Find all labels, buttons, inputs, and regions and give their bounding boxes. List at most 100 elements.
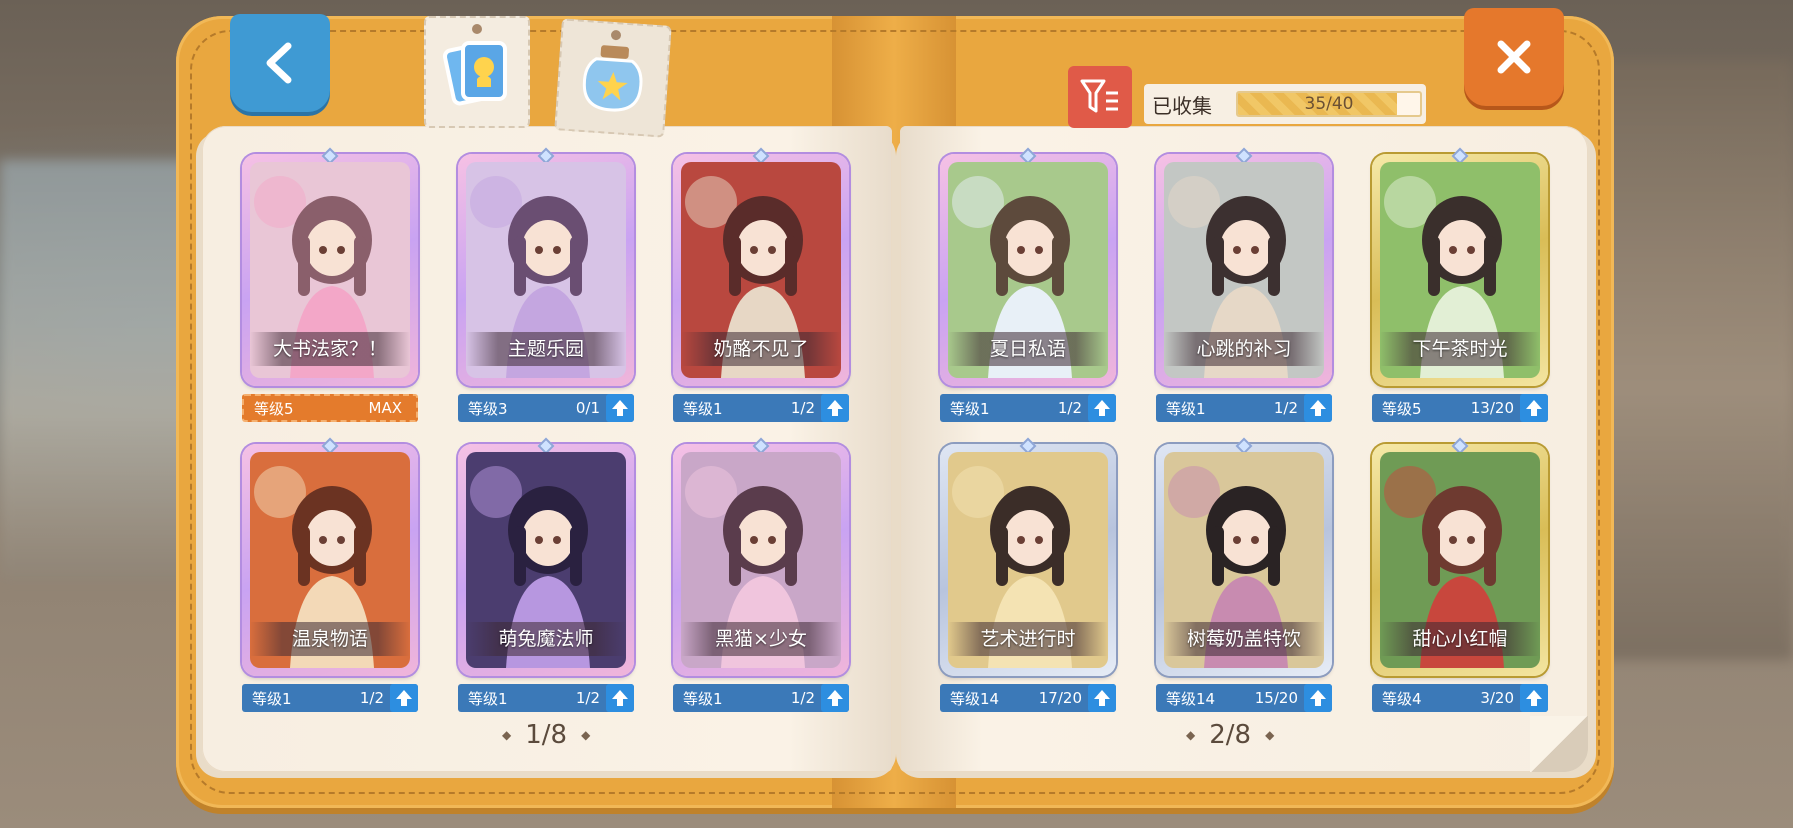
collection-card[interactable]: 心跳的补习 xyxy=(1156,147,1332,386)
card-illustration: 树莓奶盖特饮 xyxy=(1164,452,1324,668)
diamond-icon: ◆ xyxy=(502,728,512,742)
card-level: 等级1 xyxy=(1166,399,1206,418)
collection-card[interactable]: 甜心小红帽 xyxy=(1372,437,1548,676)
close-icon xyxy=(1497,40,1531,74)
upgrade-button[interactable] xyxy=(821,684,849,712)
card-shard-progress: 1/2 xyxy=(1057,399,1082,417)
card-title: 夏日私语 xyxy=(948,332,1108,366)
card-level: 等级1 xyxy=(468,689,508,708)
card-level: 等级14 xyxy=(950,689,1000,708)
card-collection-icon xyxy=(442,41,507,106)
arrow-up-icon xyxy=(1310,690,1326,706)
card-illustration: 温泉物语 xyxy=(250,452,410,668)
arrow-up-icon xyxy=(1094,400,1110,416)
card-title: 甜心小红帽 xyxy=(1380,622,1540,656)
card-shard-progress: 1/2 xyxy=(575,689,600,707)
collection-card[interactable]: 奶酪不见了 xyxy=(673,147,849,386)
card-illustration: 主题乐园 xyxy=(466,162,626,378)
arrow-up-icon xyxy=(1310,400,1326,416)
page-curl-corner[interactable] xyxy=(1530,716,1588,772)
card-level: 等级1 xyxy=(683,399,723,418)
card-level: 等级4 xyxy=(1382,689,1422,708)
upgrade-button[interactable] xyxy=(821,394,849,422)
page-number-right: 2/8 xyxy=(1209,720,1252,750)
upgrade-button[interactable] xyxy=(1304,394,1332,422)
collection-progress-track: 35/40 xyxy=(1236,91,1422,117)
collection-count: 35/40 xyxy=(1304,94,1354,114)
card-illustration: 大书法家？！ xyxy=(250,162,410,378)
diamond-icon: ◆ xyxy=(1186,728,1196,742)
card-title: 奶酪不见了 xyxy=(681,332,841,366)
upgrade-button[interactable] xyxy=(1520,684,1548,712)
upgrade-button[interactable] xyxy=(606,684,634,712)
star-jar-icon xyxy=(582,45,643,112)
card-title: 下午茶时光 xyxy=(1380,332,1540,366)
upgrade-button[interactable] xyxy=(1520,394,1548,422)
card-title: 主题乐园 xyxy=(466,332,626,366)
background-left xyxy=(0,160,200,580)
tag-hole xyxy=(472,24,482,34)
collection-card[interactable]: 树莓奶盖特饮 xyxy=(1156,437,1332,676)
filter-button[interactable] xyxy=(1068,66,1132,128)
card-level: 等级3 xyxy=(468,399,508,418)
card-level: 等级1 xyxy=(950,399,990,418)
collection-card[interactable]: 温泉物语 xyxy=(242,437,418,676)
close-button[interactable] xyxy=(1464,8,1564,106)
arrow-up-icon xyxy=(1094,690,1110,706)
card-title: 树莓奶盖特饮 xyxy=(1164,622,1324,656)
chevron-left-icon xyxy=(266,42,292,84)
card-level: 等级5 xyxy=(254,399,294,418)
collection-card[interactable]: 下午茶时光 xyxy=(1372,147,1548,386)
background-right xyxy=(1593,60,1793,660)
card-level: 等级14 xyxy=(1166,689,1216,708)
arrow-up-icon xyxy=(827,690,843,706)
card-level-bar: 等级5 13/20 xyxy=(1372,394,1548,422)
collection-card[interactable]: 大书法家？！ xyxy=(242,147,418,386)
card-level: 等级5 xyxy=(1382,399,1422,418)
card-title: 温泉物语 xyxy=(250,622,410,656)
arrow-up-icon xyxy=(827,400,843,416)
upgrade-button[interactable] xyxy=(1088,394,1116,422)
card-illustration: 萌兔魔法师 xyxy=(466,452,626,668)
card-level-bar: 等级3 0/1 xyxy=(458,394,634,422)
tab-card-collection[interactable] xyxy=(424,16,530,128)
card-shard-progress: 1/2 xyxy=(1273,399,1298,417)
card-shard-progress: 3/20 xyxy=(1480,689,1514,707)
card-level-bar: 等级14 17/20 xyxy=(940,684,1116,712)
filter-icon xyxy=(1080,79,1118,113)
tab-star-jar[interactable] xyxy=(554,18,672,138)
arrow-up-icon xyxy=(396,690,412,706)
upgrade-button[interactable] xyxy=(1088,684,1116,712)
card-level-bar: 等级5 MAX xyxy=(242,394,418,422)
card-illustration: 夏日私语 xyxy=(948,162,1108,378)
collection-card[interactable]: 夏日私语 xyxy=(940,147,1116,386)
back-button[interactable] xyxy=(230,14,330,112)
upgrade-button[interactable] xyxy=(606,394,634,422)
card-level-bar: 等级14 15/20 xyxy=(1156,684,1332,712)
card-level: 等级1 xyxy=(683,689,723,708)
card-level: 等级1 xyxy=(252,689,292,708)
page-number-left: 1/8 xyxy=(525,720,568,750)
upgrade-button[interactable] xyxy=(390,684,418,712)
collection-card[interactable]: 艺术进行时 xyxy=(940,437,1116,676)
card-illustration: 下午茶时光 xyxy=(1380,162,1540,378)
card-shard-progress: 1/2 xyxy=(790,399,815,417)
card-shard-progress: 1/2 xyxy=(359,689,384,707)
collection-card[interactable]: 主题乐园 xyxy=(458,147,634,386)
card-illustration: 心跳的补习 xyxy=(1164,162,1324,378)
diamond-icon: ◆ xyxy=(1265,728,1275,742)
card-shard-progress: 13/20 xyxy=(1470,399,1514,417)
card-shard-progress: 17/20 xyxy=(1038,689,1082,707)
card-title: 艺术进行时 xyxy=(948,622,1108,656)
card-illustration: 艺术进行时 xyxy=(948,452,1108,668)
right-page-number: ◆ 2/8 ◆ xyxy=(1186,720,1274,750)
collection-card[interactable]: 黑猫×少女 xyxy=(673,437,849,676)
collection-label: 已收集 xyxy=(1152,93,1212,118)
card-title: 黑猫×少女 xyxy=(681,622,841,656)
card-level-bar: 等级1 1/2 xyxy=(242,684,418,712)
card-shard-progress: 15/20 xyxy=(1254,689,1298,707)
upgrade-button[interactable] xyxy=(1304,684,1332,712)
left-page-number: ◆ 1/8 ◆ xyxy=(502,720,590,750)
collection-card[interactable]: 萌兔魔法师 xyxy=(458,437,634,676)
card-level-bar: 等级1 1/2 xyxy=(458,684,634,712)
